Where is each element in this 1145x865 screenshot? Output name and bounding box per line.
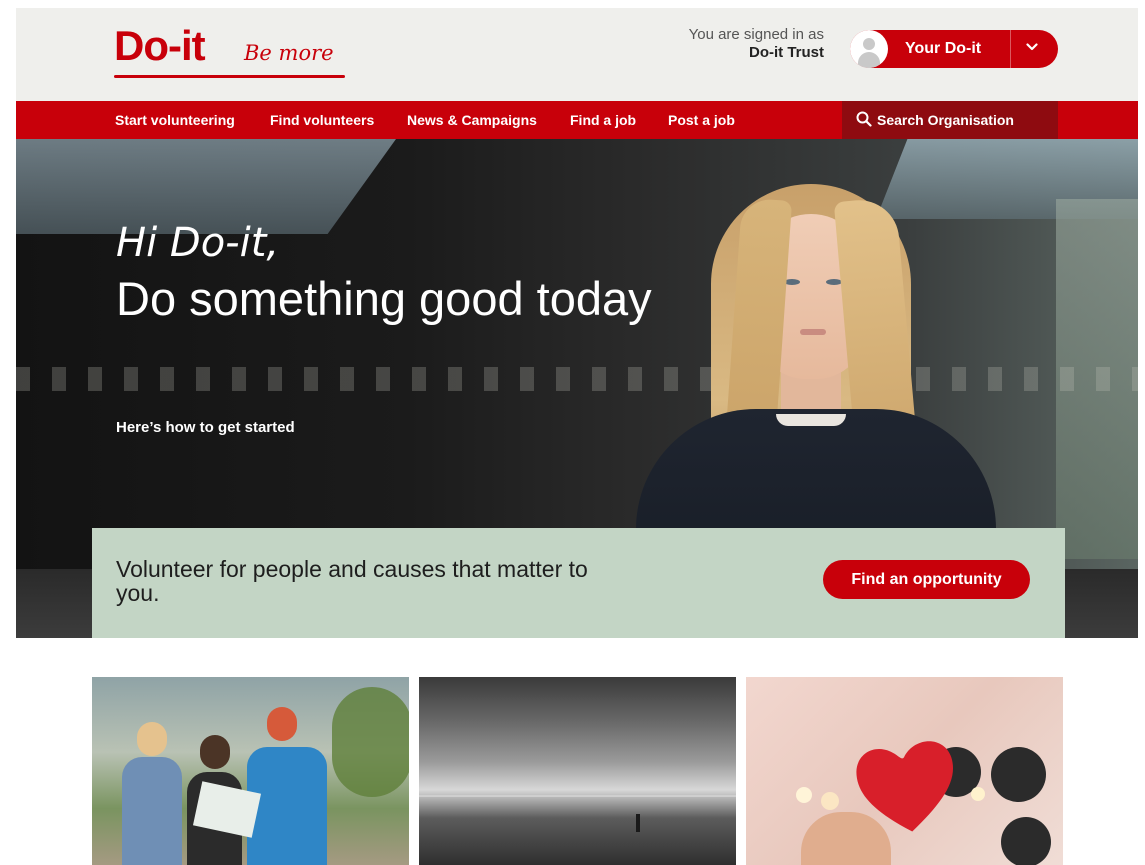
hero-greeting: Hi Do-it, bbox=[116, 220, 280, 266]
your-doit-menu-button[interactable]: Your Do-it bbox=[850, 30, 1058, 68]
site-logo[interactable]: Do-it Be more bbox=[114, 22, 346, 82]
your-doit-divider bbox=[1010, 30, 1011, 68]
nav-start-volunteering[interactable]: Start volunteering bbox=[115, 112, 235, 129]
feature-card-image-1[interactable] bbox=[92, 677, 409, 865]
main-navigation: Start volunteering Find volunteers News … bbox=[16, 101, 1138, 139]
nav-news-campaigns[interactable]: News & Campaigns bbox=[407, 112, 537, 129]
search-organisation-label: Search Organisation bbox=[877, 112, 1014, 128]
signed-in-status: You are signed in as Do-it Trust bbox=[620, 26, 824, 62]
search-icon bbox=[856, 111, 872, 127]
cta-band: Volunteer for people and causes that mat… bbox=[92, 528, 1065, 638]
logo-underline bbox=[114, 75, 345, 78]
page: Do-it Be more You are signed in as Do-it… bbox=[0, 0, 1145, 865]
feature-card-image-3[interactable] bbox=[746, 677, 1063, 865]
hero-title: Do something good today bbox=[116, 272, 652, 325]
signed-in-name: Do-it Trust bbox=[749, 44, 824, 61]
logo-text: Do-it bbox=[114, 22, 206, 69]
search-organisation-button[interactable]: Search Organisation bbox=[842, 101, 1058, 139]
find-opportunity-button[interactable]: Find an opportunity bbox=[823, 560, 1030, 599]
user-avatar-icon bbox=[850, 30, 888, 68]
feature-card-image-2[interactable] bbox=[419, 677, 736, 865]
nav-post-a-job[interactable]: Post a job bbox=[668, 112, 735, 129]
your-doit-label: Your Do-it bbox=[905, 40, 982, 57]
signed-in-label: You are signed in as bbox=[688, 26, 824, 43]
nav-find-volunteers[interactable]: Find volunteers bbox=[270, 112, 374, 129]
logo-tagline: Be more bbox=[244, 41, 334, 65]
cta-text: Volunteer for people and causes that mat… bbox=[116, 556, 588, 606]
chevron-down-icon[interactable] bbox=[1026, 41, 1038, 53]
hero-get-started-link[interactable]: Here’s how to get started bbox=[116, 419, 295, 437]
nav-find-a-job[interactable]: Find a job bbox=[570, 112, 636, 129]
